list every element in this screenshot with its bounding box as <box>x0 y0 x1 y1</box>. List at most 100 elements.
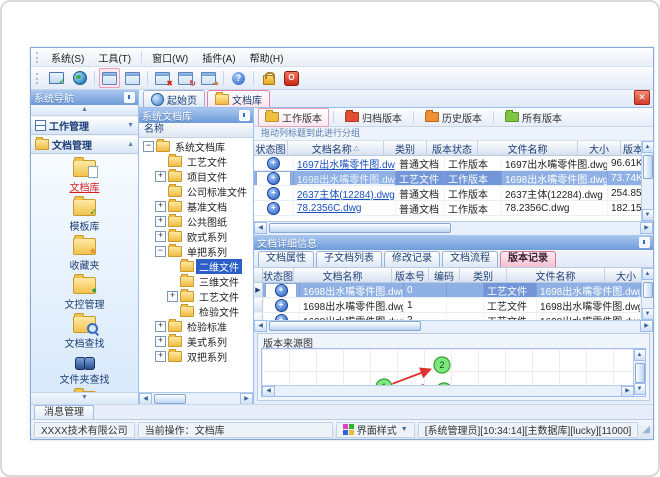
menu-item[interactable]: 窗口(W) <box>145 49 195 66</box>
expand-icon[interactable]: + <box>155 321 166 332</box>
scroll-right-icon[interactable]: ▶ <box>640 320 653 332</box>
tab-起始页[interactable]: 起始页 <box>143 90 205 107</box>
scroll-down-icon[interactable]: ▼ <box>641 308 654 320</box>
table-row[interactable]: +1698出水嘴零件图.dwg1工艺文件1698出水嘴零件图.dwg73.00K… <box>254 298 641 313</box>
tree-item-公共图纸[interactable]: + 公共图纸 <box>139 214 253 229</box>
version-filter-历史版本[interactable]: 历史版本 <box>418 108 489 127</box>
sidebar-item-模板库[interactable]: 模板库 <box>31 196 138 235</box>
expand-icon[interactable]: + <box>155 231 166 242</box>
version-filter-所有版本[interactable]: 所有版本 <box>498 108 569 127</box>
column-header-大小[interactable]: 大小 <box>605 268 641 283</box>
help-button[interactable]: ? <box>228 68 249 88</box>
scroll-thumb[interactable] <box>269 321 421 331</box>
detail-tab-子文档列表[interactable]: 子文档列表 <box>316 251 382 267</box>
tree-hscrollbar[interactable]: ◀ ▶ <box>139 392 253 405</box>
globe-button[interactable] <box>69 68 90 88</box>
column-header-状态图[interactable]: 状态图 <box>263 268 294 282</box>
window-button[interactable] <box>99 68 120 88</box>
collapse-icon[interactable]: − <box>143 141 154 152</box>
detail-tab-修改记录[interactable]: 修改记录 <box>384 251 440 267</box>
expand-icon[interactable]: + <box>167 291 178 302</box>
scroll-right-icon[interactable]: ▶ <box>640 221 653 234</box>
version-table-vscrollbar[interactable]: ▲ ▼ <box>641 268 654 320</box>
tree-item-双把系列[interactable]: + 双把系列 <box>139 349 253 364</box>
tree-item-工艺文件[interactable]: 工艺文件 <box>139 154 253 169</box>
scroll-left-icon[interactable]: ◀ <box>254 320 267 332</box>
scroll-up-icon[interactable]: ▲ <box>633 349 645 361</box>
tree-item-公司标准文件[interactable]: 公司标准文件 <box>139 184 253 199</box>
sidebar-item-文件夹查找[interactable]: 文件夹查找 <box>31 352 138 388</box>
sidebar-group-work[interactable]: 工作管理 ▼ <box>31 116 138 135</box>
detail-tab-文档属性[interactable]: 文档属性 <box>258 251 314 267</box>
sidebar-item-文档查找[interactable]: 文档查找 <box>31 313 138 352</box>
collapse-icon[interactable]: − <box>155 246 166 257</box>
cell-text[interactable]: 1698出水嘴零件图.dwg <box>297 171 395 186</box>
column-header-文档名称[interactable]: 文档名称 △ <box>288 141 384 155</box>
expand-icon[interactable]: + <box>155 351 166 362</box>
version-filter-归档版本[interactable]: 归档版本 <box>338 108 409 127</box>
monitor-check-button[interactable] <box>46 68 67 88</box>
tree-item-项目文件[interactable]: + 项目文件 <box>139 169 253 184</box>
pin-icon[interactable] <box>639 237 650 248</box>
sidebar-collapse-button[interactable]: ▲ <box>31 105 138 116</box>
scroll-left-icon[interactable]: ◀ <box>254 221 267 234</box>
column-header-编码[interactable]: 编码 <box>429 268 460 282</box>
column-header-文件名称[interactable]: 文件名称 <box>478 141 578 155</box>
menu-item[interactable]: 工具(T) <box>91 49 138 66</box>
menu-item[interactable]: 帮助(H) <box>243 49 291 66</box>
column-header-版本状态[interactable]: 版本状态 <box>427 141 478 155</box>
pin-icon[interactable] <box>239 110 250 121</box>
expand-icon[interactable]: + <box>155 171 166 182</box>
column-header-状态图[interactable]: 状态图 <box>254 141 288 155</box>
scroll-left-icon[interactable]: ◀ <box>139 392 152 405</box>
table-row[interactable]: +1698出水嘴零件图.dwg 工艺文件 工作版本 1698出水嘴零件图.dwg 73.… <box>254 171 641 186</box>
table-row[interactable]: +78.2356C.dwg 普通文档工作版本 78.2356C.dwg 182.15K… <box>254 201 641 216</box>
cell-text[interactable]: 2637主体(12284).dwg <box>297 186 395 201</box>
tree-item-检验文件[interactable]: 检验文件 <box>139 304 253 319</box>
tree-item-检验标准[interactable]: + 检验标准 <box>139 319 253 334</box>
lock-button[interactable] <box>258 68 279 88</box>
version-filter-工作版本[interactable]: 工作版本 <box>258 107 329 127</box>
resize-grip[interactable]: ◢ <box>642 424 650 435</box>
tree-item-基准文档[interactable]: + 基准文档 <box>139 199 253 214</box>
window-export-button[interactable] <box>198 68 219 88</box>
table-row[interactable]: +2637主体(12284).dwg 普通文档 工作版本 2637主体(12284).… <box>254 186 641 201</box>
version-table-hscrollbar[interactable]: ◀ ▶ <box>254 320 653 332</box>
detail-tab-版本记录[interactable]: 版本记录 <box>500 251 556 267</box>
table-row[interactable]: +1697出水嘴零件图.dwg 普通文档 工作版本 1697出水嘴零件图.dwg 96.… <box>254 156 641 171</box>
scroll-thumb[interactable] <box>154 393 186 404</box>
scroll-up-icon[interactable]: ▲ <box>641 141 654 153</box>
graph-node-2[interactable]: 2 <box>433 356 451 374</box>
tree-item-美式系列[interactable]: + 美式系列 <box>139 334 253 349</box>
column-header-文档名称[interactable]: 文档名称 <box>294 268 392 282</box>
tree-item-工艺文件[interactable]: + 工艺文件 <box>139 289 253 304</box>
scroll-right-icon[interactable]: ▶ <box>621 385 634 396</box>
document-table-hscrollbar[interactable]: ◀ ▶ <box>254 221 653 234</box>
menu-item[interactable]: 系统(S) <box>44 49 91 66</box>
expand-icon[interactable]: + <box>155 336 166 347</box>
expand-icon[interactable]: + <box>155 216 166 227</box>
sidebar-item-收藏夹[interactable]: 收藏夹 <box>31 235 138 274</box>
scroll-up-icon[interactable]: ▲ <box>641 268 654 280</box>
column-header-文件名称[interactable]: 文件名称 <box>507 268 605 282</box>
tree-column-header[interactable]: 名称 <box>139 123 253 138</box>
column-header-类别[interactable]: 类别 <box>460 268 507 282</box>
expand-icon[interactable]: + <box>155 201 166 212</box>
scroll-thumb[interactable] <box>269 222 451 233</box>
cell-text[interactable]: 1697出水嘴零件图.dwg <box>297 156 395 171</box>
tree-item-单把系列[interactable]: − 单把系列 <box>139 244 253 259</box>
sidebar-group-document[interactable]: 文档管理 ▲ <box>31 135 138 154</box>
tree-item-三维文件[interactable]: 三维文件 <box>139 274 253 289</box>
scroll-thumb[interactable] <box>634 363 645 383</box>
pin-icon[interactable] <box>124 92 135 103</box>
scroll-right-icon[interactable]: ▶ <box>240 392 253 405</box>
tree-item-二维文件[interactable]: 二维文件 <box>139 259 253 274</box>
scroll-thumb[interactable] <box>642 155 653 179</box>
column-header-大小[interactable]: 大小 <box>578 141 621 155</box>
window-grid-button[interactable] <box>122 68 143 88</box>
tree-item-系统文档库[interactable]: − 系统文档库 <box>139 139 253 154</box>
tab-文档库[interactable]: 文档库 <box>207 90 270 107</box>
tree-item-欧式系列[interactable]: + 欧式系列 <box>139 229 253 244</box>
column-header-版本号[interactable]: 版本号 <box>621 141 641 156</box>
scroll-down-icon[interactable]: ▼ <box>633 383 645 395</box>
